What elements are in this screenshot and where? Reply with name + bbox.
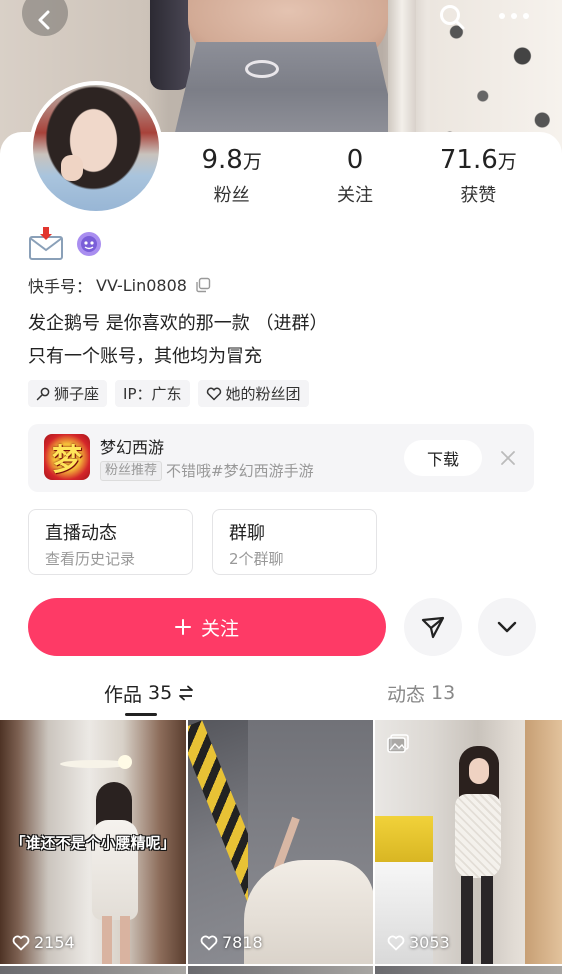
search-button[interactable] — [436, 2, 468, 32]
posts-grid-next-row — [0, 966, 562, 974]
zodiac-icon — [36, 387, 50, 400]
post-photo-detail — [244, 860, 373, 964]
fan-club-icon — [206, 387, 221, 400]
stat-followers[interactable]: 9.8万 粉丝 — [170, 143, 293, 207]
post-thumbnail[interactable] — [188, 966, 373, 974]
tag-label: 狮子座 — [54, 385, 100, 403]
game-description: 不错哦#梦幻西游手游 — [166, 462, 314, 480]
kuaishou-id-value: VV-Lin0808 — [96, 275, 187, 295]
share-icon — [421, 616, 445, 639]
fan-badge-icon[interactable] — [76, 231, 102, 257]
more-icon — [499, 13, 529, 19]
post-caption: 「谁还不是个小腰精呢」 — [10, 834, 176, 852]
stat-unit: 万 — [497, 151, 517, 173]
heart-icon — [387, 935, 405, 950]
tab-moments[interactable]: 动态 13 — [387, 680, 455, 706]
game-logo: 梦 — [44, 434, 90, 480]
kuaishou-id-label: 快手号： — [28, 277, 93, 296]
post-like-count: 7818 — [200, 933, 263, 952]
like-count: 2154 — [34, 933, 75, 952]
post-photo-detail — [481, 876, 493, 964]
stat-label: 粉丝 — [213, 185, 250, 206]
post-thumbnail[interactable]: 3053 — [375, 720, 562, 964]
chevron-left-icon — [38, 10, 50, 30]
post-photo-detail — [102, 916, 112, 964]
tab-label: 动态 — [387, 683, 426, 706]
like-count: 7818 — [222, 933, 263, 952]
tag-zodiac[interactable]: 狮子座 — [28, 380, 108, 407]
post-photo-detail — [455, 794, 501, 878]
stat-unit: 万 — [242, 151, 262, 173]
stat-value: 71.6 — [439, 145, 498, 175]
stat-value: 0 — [346, 145, 364, 175]
post-thumbnail[interactable] — [0, 966, 186, 974]
like-count: 3053 — [409, 933, 450, 952]
copy-icon[interactable] — [195, 277, 211, 293]
shortcut-title: 直播动态 — [45, 523, 117, 544]
profile-stats: 9.8万 粉丝 0 关注 71.6万 获赞 — [170, 143, 540, 207]
live-history-card[interactable]: 直播动态 查看历史记录 — [28, 509, 193, 575]
stat-label: 获赞 — [460, 185, 497, 206]
bio-line: 只有一个账号，其他均为冒充 — [28, 346, 262, 367]
mail-icon[interactable] — [28, 227, 64, 261]
follow-button[interactable]: 关注 — [28, 598, 386, 656]
sort-icon[interactable] — [178, 685, 194, 701]
game-promo-card[interactable]: 梦 梦幻西游 粉丝推荐 不错哦#梦幻西游手游 下载 — [28, 424, 534, 492]
download-button[interactable]: 下载 — [404, 440, 482, 476]
heart-icon — [12, 935, 30, 950]
tag-label: IP：广东 — [123, 385, 182, 403]
shortcut-subtitle: 查看历史记录 — [45, 550, 136, 568]
profile-badges — [28, 226, 102, 262]
bio-line: 发企鹅号 是你喜欢的那一款 （进群） — [28, 313, 328, 334]
recommend-badge: 粉丝推荐 — [100, 460, 163, 481]
tab-label: 作品 — [104, 683, 143, 706]
kuaishou-id: 快手号： VV-Lin0808 — [28, 274, 211, 296]
tab-count: 35 — [148, 682, 173, 704]
avatar-photo-detail — [61, 155, 83, 181]
close-icon[interactable] — [498, 448, 518, 468]
image-icon — [387, 734, 409, 753]
tab-count: 13 — [431, 682, 456, 704]
stat-value: 9.8 — [201, 145, 243, 175]
post-photo-detail — [118, 755, 132, 769]
game-subtitle: 粉丝推荐 不错哦#梦幻西游手游 — [100, 460, 314, 481]
shortcut-subtitle: 2个群聊 — [229, 550, 284, 568]
game-title: 梦幻西游 — [100, 438, 165, 457]
avatar[interactable] — [29, 81, 163, 215]
post-like-count: 3053 — [387, 933, 450, 952]
tag-label: 她的粉丝团 — [225, 385, 301, 403]
post-photo-detail — [525, 720, 562, 964]
heart-icon — [200, 935, 218, 950]
share-button[interactable] — [404, 598, 462, 656]
post-photo-detail — [469, 758, 489, 784]
banner-photo-detail — [245, 60, 279, 78]
stat-following[interactable]: 0 关注 — [293, 143, 416, 207]
search-icon — [440, 5, 465, 30]
plus-icon — [174, 619, 191, 635]
post-photo-detail — [461, 876, 473, 964]
shortcut-title: 群聊 — [229, 523, 265, 544]
post-thumbnail[interactable] — [375, 966, 562, 974]
banner-photo-detail — [150, 0, 190, 90]
post-thumbnail[interactable]: 7818 — [188, 720, 373, 964]
tab-works[interactable]: 作品 35 — [104, 680, 194, 706]
tag-fan-club[interactable]: 她的粉丝团 — [197, 380, 309, 407]
post-like-count: 2154 — [12, 933, 75, 952]
follow-label: 关注 — [200, 617, 239, 640]
more-button[interactable] — [496, 2, 532, 30]
post-thumbnail[interactable]: 「谁还不是个小腰精呢」 2154 — [0, 720, 186, 964]
stat-likes[interactable]: 71.6万 获赞 — [417, 143, 540, 207]
active-tab-indicator — [125, 713, 157, 716]
tag-ip-location: IP：广东 — [115, 380, 190, 407]
stat-label: 关注 — [336, 185, 373, 206]
expand-button[interactable] — [478, 598, 536, 656]
group-chat-card[interactable]: 群聊 2个群聊 — [212, 509, 377, 575]
chevron-down-icon — [497, 621, 517, 633]
post-photo-detail — [120, 916, 130, 964]
profile-tags: 狮子座 IP：广东 她的粉丝团 — [28, 380, 309, 407]
posts-grid: 「谁还不是个小腰精呢」 2154 7818 3053 — [0, 720, 562, 964]
post-photo-detail — [375, 816, 433, 862]
